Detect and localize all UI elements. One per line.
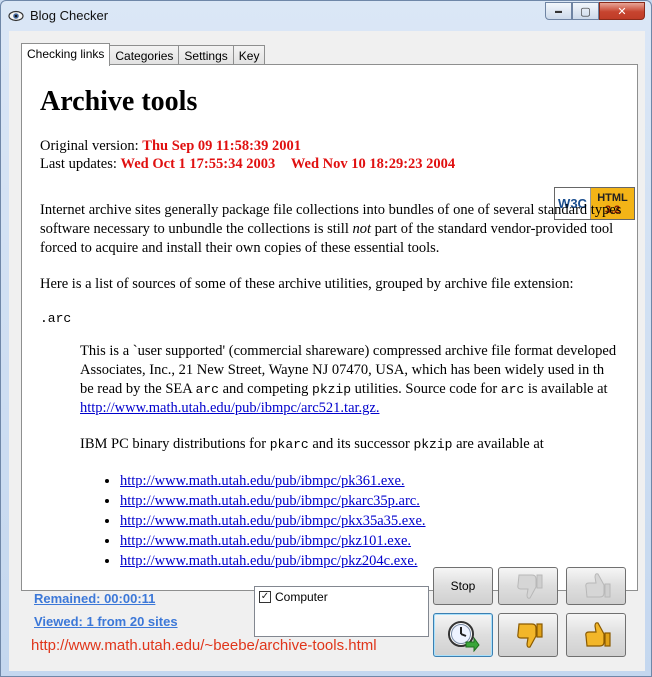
download-link[interactable]: http://www.math.utah.edu/pub/ibmpc/pkarc… xyxy=(120,493,420,509)
page-document: Archive tools Original version: Thu Sep … xyxy=(40,86,635,571)
eye-icon xyxy=(8,10,24,22)
arc-line-3a: be read by the SEA xyxy=(80,381,196,397)
updates-label: Last updates: xyxy=(40,156,117,172)
thumb-down-disabled-button[interactable] xyxy=(498,567,558,605)
arc-code-3: arc xyxy=(500,382,525,397)
ibm-text-b: and its successor xyxy=(308,436,414,452)
original-date: Thu Sep 09 11:58:39 2001 xyxy=(142,138,302,154)
tab-checking-links[interactable]: Checking links xyxy=(21,43,111,66)
arc-line-3: be read by the SEA arc and competing pkz… xyxy=(80,380,635,399)
ext-heading-arc: .arc xyxy=(40,311,72,326)
arc-source-link[interactable]: http://www.math.utah.edu/pub/ibmpc/arc52… xyxy=(80,400,379,416)
stop-button[interactable]: Stop xyxy=(433,567,493,605)
tab-settings[interactable]: Settings xyxy=(178,45,234,65)
original-label: Original version: xyxy=(40,138,139,154)
timer-next-button[interactable] xyxy=(433,613,493,657)
arc-line-3b: and competing xyxy=(218,381,313,397)
arc-line-2: Associates, Inc., 21 New Street, Wayne N… xyxy=(80,362,605,378)
download-link[interactable]: http://www.math.utah.edu/pub/ibmpc/pkx35… xyxy=(120,513,426,529)
ibm-code-1: pkarc xyxy=(269,437,309,452)
thumb-up-disabled-button[interactable] xyxy=(566,567,626,605)
list-item: http://www.math.utah.edu/pub/ibmpc/pk361… xyxy=(120,471,635,491)
category-listbox[interactable]: ✓ Computer xyxy=(254,586,429,637)
thumb-up-icon xyxy=(585,573,611,598)
thumb-up-icon xyxy=(585,622,611,647)
remained-time-link[interactable]: Remained: 00:00:11 xyxy=(34,591,155,606)
close-button[interactable]: ✕ xyxy=(599,2,645,20)
update-date-1: Wed Oct 1 17:55:34 2003 xyxy=(120,156,276,172)
tab-categories[interactable]: Categories xyxy=(109,45,180,65)
arc-description: This is a `user supported' (commercial s… xyxy=(80,342,635,418)
window-title: Blog Checker xyxy=(30,8,109,23)
maximize-button[interactable]: ▢ xyxy=(572,2,599,20)
ibm-code-2: pkzip xyxy=(413,437,453,452)
intro-paragraph: Internet archive sites generally package… xyxy=(40,201,635,258)
thumb-down-icon xyxy=(517,574,543,599)
arc-line-1: This is a `user supported' (commercial s… xyxy=(80,343,617,359)
app-window: Blog Checker ▬ ▢ ✕ Checking links Catego… xyxy=(0,0,652,677)
thumb-down-icon xyxy=(517,623,543,648)
thumb-up-button[interactable] xyxy=(566,613,626,657)
viewed-sites-link[interactable]: Viewed: 1 from 20 sites xyxy=(34,614,178,629)
tab-key[interactable]: Key xyxy=(232,45,266,65)
maximize-icon: ▢ xyxy=(580,5,591,18)
computer-checkbox-label: Computer xyxy=(275,590,328,604)
list-intro: Here is a list of sources of some of the… xyxy=(40,276,574,292)
current-url: http://www.math.utah.edu/~beebe/archive-… xyxy=(31,637,377,654)
list-item: http://www.math.utah.edu/pub/ibmpc/pkarc… xyxy=(120,491,635,511)
download-link[interactable]: http://www.math.utah.edu/pub/ibmpc/pkz10… xyxy=(120,533,411,549)
ibm-text-a: IBM PC binary distributions for xyxy=(80,436,270,452)
intro-line-2: software necessary to unbundle the colle… xyxy=(40,220,635,239)
computer-checkbox[interactable]: ✓ xyxy=(259,591,271,603)
download-links-list: http://www.math.utah.edu/pub/ibmpc/pk361… xyxy=(40,471,635,571)
arc-line-3c: utilities. Source code for xyxy=(351,381,501,397)
stop-button-label: Stop xyxy=(450,579,476,593)
intro-line-3: forced to acquire and install their own … xyxy=(40,240,440,256)
tab-strip: Checking links Categories Settings Key xyxy=(21,43,266,66)
last-updates-line: Last updates: Wed Oct 1 17:55:34 2003 We… xyxy=(40,155,635,173)
original-version-line: Original version: Thu Sep 09 11:58:39 20… xyxy=(40,137,635,155)
intro-line-1: Internet archive sites generally package… xyxy=(40,202,622,218)
intro-emphasis: not xyxy=(352,221,372,237)
close-icon: ✕ xyxy=(617,5,627,18)
caption-buttons: ▬ ▢ ✕ xyxy=(545,2,645,20)
download-link[interactable]: http://www.math.utah.edu/pub/ibmpc/pkz20… xyxy=(120,553,417,569)
intro-line-2b: part of the standard vendor-provided too… xyxy=(371,221,614,237)
client-area: Checking links Categories Settings Key W… xyxy=(9,31,645,671)
list-item: http://www.math.utah.edu/pub/ibmpc/pkz10… xyxy=(120,531,635,551)
ibm-text-c: are available at xyxy=(452,436,544,452)
ibm-binaries-paragraph: IBM PC binary distributions for pkarc an… xyxy=(80,435,635,454)
thumb-down-button[interactable] xyxy=(498,613,558,657)
list-item: http://www.math.utah.edu/pub/ibmpc/pkx35… xyxy=(120,511,635,531)
minimize-icon: ▬ xyxy=(555,7,562,15)
download-link[interactable]: http://www.math.utah.edu/pub/ibmpc/pk361… xyxy=(120,473,405,489)
arc-line-3d: is available at xyxy=(524,381,608,397)
update-date-2: Wed Nov 10 18:29:23 2004 xyxy=(290,156,456,172)
arc-code-1: arc xyxy=(195,382,219,397)
tab-panel-checking-links: W3C HTML 3.2 Archive tools Original vers… xyxy=(21,64,638,591)
minimize-button[interactable]: ▬ xyxy=(545,2,572,20)
title-bar: Blog Checker ▬ ▢ ✕ xyxy=(1,1,651,31)
web-browser-view[interactable]: W3C HTML 3.2 Archive tools Original vers… xyxy=(23,66,635,590)
page-heading: Archive tools xyxy=(40,86,198,117)
arc-code-2: pkzip xyxy=(312,382,352,397)
clock-arrow-icon xyxy=(448,621,480,652)
intro-line-2a: software necessary to unbundle the colle… xyxy=(40,221,353,237)
